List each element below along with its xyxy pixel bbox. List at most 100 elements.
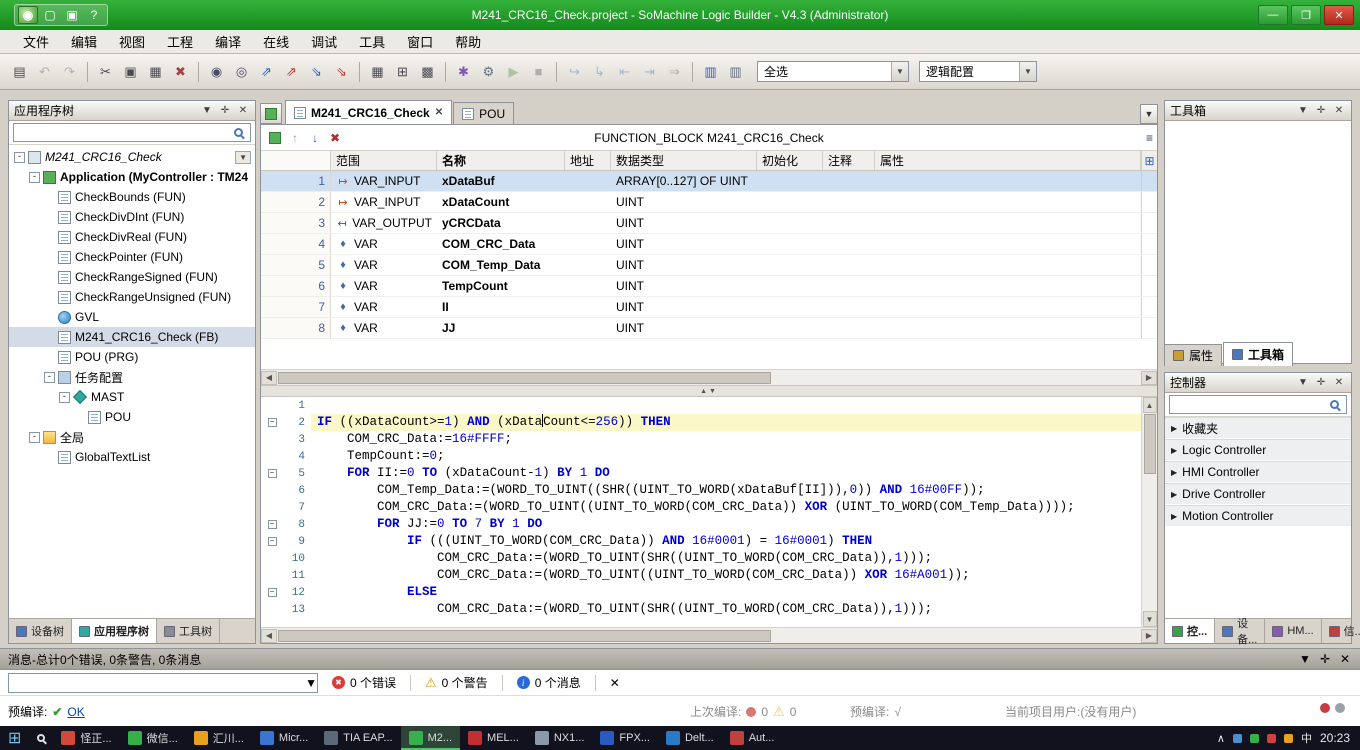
comment-cell[interactable] [823, 318, 875, 338]
tree-item[interactable]: CheckRangeUnsigned (FUN) [9, 287, 255, 307]
column-header-名称[interactable]: 名称 [437, 151, 565, 170]
clear-messages-button[interactable]: ✕ [602, 674, 628, 692]
toolbar-refactor-icon[interactable]: ✱ [452, 60, 475, 83]
declaration-row[interactable]: 4 ♦VAR COM_CRC_Data UINT [261, 234, 1157, 255]
catalog-category[interactable]: ▶Motion Controller [1165, 505, 1351, 527]
tree-expander[interactable]: - [14, 152, 25, 163]
tree-expander[interactable]: - [29, 432, 40, 443]
scroll-thumb[interactable] [1144, 414, 1156, 474]
errors-filter-button[interactable]: ✖ 0 个错误 [324, 672, 404, 693]
tab-设备...[interactable]: 设备... [1215, 619, 1265, 643]
tree-item[interactable]: - MAST [9, 387, 255, 407]
tab-工具树[interactable]: 工具树 [157, 619, 220, 643]
init-cell[interactable] [757, 213, 823, 233]
sort-icon[interactable]: ≡ [1146, 131, 1153, 145]
scroll-right-icon[interactable]: ▶ [1141, 629, 1157, 643]
declaration-row[interactable]: 3 ↤VAR_OUTPUT yCRCData UINT [261, 213, 1157, 234]
fold-marker-icon[interactable]: − [261, 418, 283, 427]
fold-marker-icon[interactable]: − [261, 588, 283, 597]
taskbar-item-autodesk[interactable]: Aut... [722, 726, 783, 750]
st-code-editor[interactable]: 1 − 2 IF ((xDataCount>=1) AND (xDataCoun… [261, 397, 1141, 627]
tab-overflow-icon[interactable]: ▼ [1140, 104, 1158, 124]
toolbar-next-statement-icon[interactable]: ⇒ [663, 60, 686, 83]
toolbar-comment-icon[interactable]: ⇗ [255, 60, 278, 83]
close-icon[interactable]: ✕ [1338, 652, 1352, 666]
expand-arrow-icon[interactable]: ▶ [1171, 490, 1177, 499]
type-cell[interactable]: UINT [611, 192, 757, 212]
toolbar-copy-icon[interactable]: ▣ [119, 60, 142, 83]
toolbar-undo-icon[interactable]: ↶ [33, 60, 56, 83]
tree-expander[interactable]: - [59, 392, 70, 403]
tree-item[interactable]: CheckPointer (FUN) [9, 247, 255, 267]
chevron-down-icon[interactable]: ▼ [1019, 62, 1036, 81]
close-tab-icon[interactable]: ✕ [435, 107, 443, 118]
attr-cell[interactable] [875, 192, 1141, 212]
scope-cell[interactable]: ♦VAR [331, 234, 437, 254]
taskbar-item-nx1[interactable]: NX1... [527, 726, 593, 750]
tab-工具箱[interactable]: 工具箱 [1223, 342, 1293, 366]
declaration-hscrollbar[interactable]: ◀ ▶ [261, 369, 1157, 385]
attr-cell[interactable] [875, 171, 1141, 191]
init-cell[interactable] [757, 255, 823, 275]
toolbar-paste-icon[interactable]: ▦ [144, 60, 167, 83]
toolbar-stop-icon[interactable]: ■ [527, 60, 550, 83]
menu-编辑[interactable]: 编辑 [60, 29, 108, 54]
toolbar-delete-icon[interactable]: ✖ [169, 60, 192, 83]
tree-item[interactable]: POU [9, 407, 255, 427]
tree-item[interactable]: GlobalTextList [9, 447, 255, 467]
comment-cell[interactable] [823, 234, 875, 254]
tree-item[interactable]: CheckDivReal (FUN) [9, 227, 255, 247]
comment-cell[interactable] [823, 192, 875, 212]
toolbar-watch-icon[interactable]: ▥ [724, 60, 747, 83]
catalog-category[interactable]: ▶收藏夹 [1165, 417, 1351, 439]
type-cell[interactable]: UINT [611, 297, 757, 317]
close-icon[interactable]: ✕ [1332, 377, 1346, 388]
init-cell[interactable] [757, 234, 823, 254]
column-header-初始化[interactable]: 初始化 [757, 151, 823, 170]
toolbar-step-over-icon[interactable]: ↪ [563, 60, 586, 83]
tree-search-input[interactable] [13, 123, 251, 142]
editor-list-icon[interactable] [260, 103, 282, 124]
declaration-row[interactable]: 6 ♦VAR TempCount UINT [261, 276, 1157, 297]
expand-arrow-icon[interactable]: ▶ [1171, 446, 1177, 455]
type-cell[interactable]: UINT [611, 276, 757, 296]
toolbar-find-next-icon[interactable]: ◎ [230, 60, 253, 83]
pin-icon[interactable]: ✛ [1318, 652, 1332, 666]
init-cell[interactable] [757, 276, 823, 296]
declaration-row[interactable]: 1 ↦VAR_INPUT xDataBuf ARRAY[0..127] OF U… [261, 171, 1157, 192]
tab-HM...[interactable]: HM... [1265, 619, 1321, 643]
address-cell[interactable] [565, 234, 611, 254]
tree-item[interactable]: CheckRangeSigned (FUN) [9, 267, 255, 287]
menu-调试[interactable]: 调试 [300, 29, 348, 54]
code-line[interactable]: 4 TempCount:=0; [261, 448, 1141, 465]
scroll-right-icon[interactable]: ▶ [1141, 371, 1157, 385]
toolbar-run-to-cursor-icon[interactable]: ⇥ [638, 60, 661, 83]
toolbar-indent-icon[interactable]: ⇘ [305, 60, 328, 83]
attr-cell[interactable] [875, 297, 1141, 317]
catalog-category[interactable]: ▶Drive Controller [1165, 483, 1351, 505]
chevron-down-icon[interactable]: ▼ [305, 676, 317, 690]
name-cell[interactable]: xDataBuf [437, 171, 565, 191]
taskbar-item-delta[interactable]: Delt... [658, 726, 722, 750]
address-cell[interactable] [565, 171, 611, 191]
code-line[interactable]: 10 COM_CRC_Data:=(WORD_TO_UINT(SHR((UINT… [261, 550, 1141, 567]
panel-menu-icon[interactable]: ▼ [1296, 105, 1310, 116]
tab-设备树[interactable]: 设备树 [9, 619, 72, 643]
name-cell[interactable]: COM_CRC_Data [437, 234, 565, 254]
tree-item[interactable]: - 全局 [9, 427, 255, 447]
editor-tab[interactable]: M241_CRC16_Check✕ [285, 100, 452, 124]
pin-icon[interactable]: ✛ [1314, 105, 1328, 116]
expand-arrow-icon[interactable]: ▶ [1171, 468, 1177, 477]
column-header-范围[interactable]: 范围 [331, 151, 437, 170]
name-cell[interactable]: yCRCData [437, 213, 565, 233]
fold-marker-icon[interactable]: − [261, 520, 283, 529]
infos-filter-button[interactable]: i 0 个消息 [509, 672, 589, 693]
toolbar-monitor-icon[interactable]: ▥ [699, 60, 722, 83]
search-icon[interactable] [234, 128, 243, 137]
code-line[interactable]: 13 COM_CRC_Data:=(WORD_TO_UINT(SHR((UINT… [261, 601, 1141, 618]
comment-cell[interactable] [823, 297, 875, 317]
column-header-地址[interactable]: 地址 [565, 151, 611, 170]
tab-应用程序树[interactable]: 应用程序树 [72, 619, 157, 643]
address-cell[interactable] [565, 318, 611, 338]
address-cell[interactable] [565, 255, 611, 275]
